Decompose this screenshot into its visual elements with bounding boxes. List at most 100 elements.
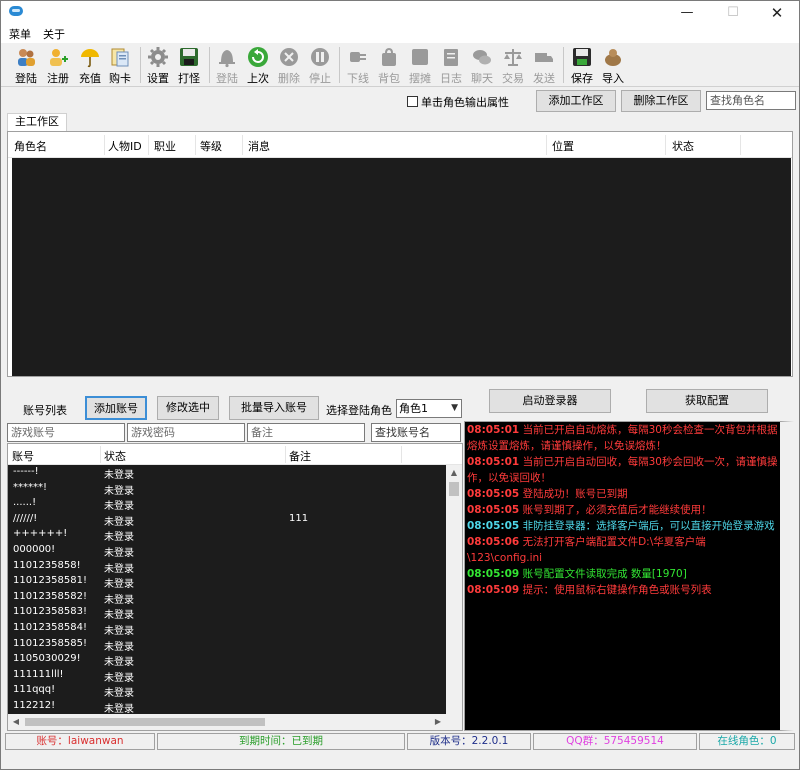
column-job[interactable]: 职业 — [154, 138, 176, 154]
logout-label: 登陆 — [216, 72, 238, 85]
umbrella-icon — [81, 49, 99, 68]
logout-button[interactable]: 登陆 — [212, 45, 242, 85]
toolbar: 登陆 注册 充值 购卡 设置 打怪 登陆 上次 删除 停止 下线 背包 摆摊 日… — [1, 43, 799, 87]
log-button[interactable]: 日志 — [436, 45, 466, 85]
column-message[interactable]: 消息 — [248, 138, 270, 154]
import-button[interactable]: 导入 — [598, 45, 628, 85]
column-divider — [285, 446, 286, 463]
add-workspace-button[interactable]: 添加工作区 — [536, 90, 616, 112]
recharge-button[interactable]: 充值 — [75, 45, 105, 85]
status-cell: 未登录 — [104, 641, 134, 653]
gear-icon — [148, 47, 168, 67]
table-row[interactable]: ++++++! 未登录 — [8, 527, 446, 543]
status-qq-group: QQ群：575459514 — [533, 733, 697, 750]
log-panel[interactable]: 08:05:01 当前已开启自动熔炼，每隔30秒会检查一次背包并根据熔炼设置熔炼… — [464, 421, 794, 731]
find-role-input[interactable]: 查找角色名 — [706, 91, 796, 110]
column-remark[interactable]: 备注 — [289, 448, 311, 464]
role-select[interactable]: 角色1 ▼ — [396, 399, 462, 418]
log-timestamp: 08:05:06 — [467, 536, 520, 548]
account-controls: 账号列表 添加账号 修改选中 批量导入账号 选择登陆角色 角色1 ▼ — [1, 393, 463, 423]
column-position[interactable]: 位置 — [552, 138, 574, 154]
scrollbar-thumb[interactable] — [449, 482, 459, 496]
account-cell: 000000! — [13, 544, 56, 555]
column-status[interactable]: 状态 — [672, 138, 694, 154]
game-account-input[interactable]: 游戏账号 — [7, 423, 125, 442]
account-cell: //////! — [13, 512, 38, 524]
column-divider — [665, 135, 666, 155]
find-account-input[interactable]: 查找账号名 — [371, 423, 461, 442]
minimize-button[interactable]: — — [665, 1, 709, 25]
table-row[interactable]: 11012358584! 未登录 — [8, 621, 446, 637]
truck-icon — [535, 53, 553, 62]
tab-main-workspace[interactable]: 主工作区 — [7, 113, 67, 131]
log-text: 账号到期了，必须充值后才能继续使用！ — [522, 504, 712, 516]
add-account-button[interactable]: 添加账号 — [85, 396, 147, 420]
get-config-button[interactable]: 获取配置 — [646, 389, 768, 413]
last-button[interactable]: 上次 — [243, 45, 273, 85]
modify-selected-button[interactable]: 修改选中 — [157, 396, 219, 420]
column-char-id[interactable]: 人物ID — [108, 138, 142, 154]
scrollbar-thumb[interactable] — [25, 718, 265, 726]
table-row[interactable]: 11012358585! 未登录 — [8, 637, 446, 653]
maximize-button[interactable]: ☐ — [711, 1, 755, 25]
column-role-name[interactable]: 角色名 — [14, 138, 47, 154]
stall-button[interactable]: 摆摊 — [405, 45, 435, 85]
status-cell: 未登录 — [104, 579, 134, 591]
table-row[interactable]: 112212! 未登录 — [8, 699, 446, 714]
login-button[interactable]: 登陆 — [11, 45, 41, 85]
status-cell: 未登录 — [104, 594, 134, 606]
vertical-scrollbar[interactable]: ▲ — [446, 465, 462, 714]
status-cell: 未登录 — [104, 626, 134, 637]
account-cell: ******! — [13, 481, 48, 493]
log-line: 08:05:09 提示：使用鼠标右键操作角色或账号列表 — [467, 582, 779, 598]
trade-button[interactable]: 交易 — [498, 45, 528, 85]
output-attr-label: 单击角色输出属性 — [421, 96, 509, 109]
scroll-up-icon[interactable]: ▲ — [446, 465, 462, 481]
output-attr-checkbox[interactable] — [407, 96, 418, 107]
send-button[interactable]: 发送 — [529, 45, 559, 85]
table-row[interactable]: 111qqq! 未登录 — [8, 683, 446, 699]
column-level[interactable]: 等级 — [200, 138, 222, 154]
table-row[interactable]: //////! 未登录 111 — [8, 512, 446, 528]
game-password-input[interactable]: 游戏密码 — [127, 423, 245, 442]
toolbar-separator — [339, 47, 340, 83]
register-button[interactable]: 注册 — [43, 45, 73, 85]
batch-import-button[interactable]: 批量导入账号 — [229, 396, 319, 420]
close-button[interactable]: ✕ — [755, 1, 799, 25]
fight-button[interactable]: 打怪 — [174, 45, 204, 85]
delete-workspace-button[interactable]: 删除工作区 — [621, 90, 701, 112]
menu-main[interactable]: 菜单 — [9, 26, 31, 42]
delete-button[interactable]: 删除 — [274, 45, 304, 85]
bag-button[interactable]: 背包 — [374, 45, 404, 85]
remark-input[interactable]: 备注 — [247, 423, 365, 442]
menu-about[interactable]: 关于 — [43, 26, 65, 42]
role-grid-body[interactable] — [12, 158, 791, 376]
horizontal-scrollbar[interactable]: ◀ ▶ — [8, 714, 462, 730]
table-row[interactable]: ------! 未登录 — [8, 465, 446, 481]
stop-button[interactable]: 停止 — [305, 45, 335, 85]
table-row[interactable]: 11012358581! 未登录 — [8, 574, 446, 590]
table-row[interactable]: 000000! 未登录 — [8, 543, 446, 559]
start-launcher-button[interactable]: 启动登录器 — [489, 389, 611, 413]
role-grid: 角色名 人物ID 职业 等级 消息 位置 状态 — [7, 131, 793, 377]
table-row[interactable]: 11012358583! 未登录 — [8, 605, 446, 621]
settings-button[interactable]: 设置 — [143, 45, 173, 85]
table-row[interactable]: 1101235858! 未登录 — [8, 559, 446, 575]
buy-card-button[interactable]: 购卡 — [105, 45, 135, 85]
bag-icon — [382, 47, 396, 66]
table-row[interactable]: 11012358582! 未登录 — [8, 590, 446, 606]
plug-icon — [350, 52, 366, 62]
table-row[interactable]: ......! 未登录 — [8, 496, 446, 512]
table-row[interactable]: 1105030029! 未登录 — [8, 652, 446, 668]
column-account[interactable]: 账号 — [12, 448, 34, 464]
scroll-left-icon[interactable]: ◀ — [8, 714, 24, 730]
account-list-body: ------! 未登录 ******! 未登录......! 未登录 //////! 未登录… — [8, 465, 446, 714]
column-divider — [195, 135, 196, 155]
scroll-right-icon[interactable]: ▶ — [430, 714, 446, 730]
chat-button[interactable]: 聊天 — [467, 45, 497, 85]
table-row[interactable]: 111111lll! 未登录 — [8, 668, 446, 684]
column-status[interactable]: 状态 — [104, 448, 126, 464]
offline-button[interactable]: 下线 — [343, 45, 373, 85]
save-button[interactable]: 保存 — [567, 45, 597, 85]
table-row[interactable]: ******! 未登录 — [8, 481, 446, 497]
